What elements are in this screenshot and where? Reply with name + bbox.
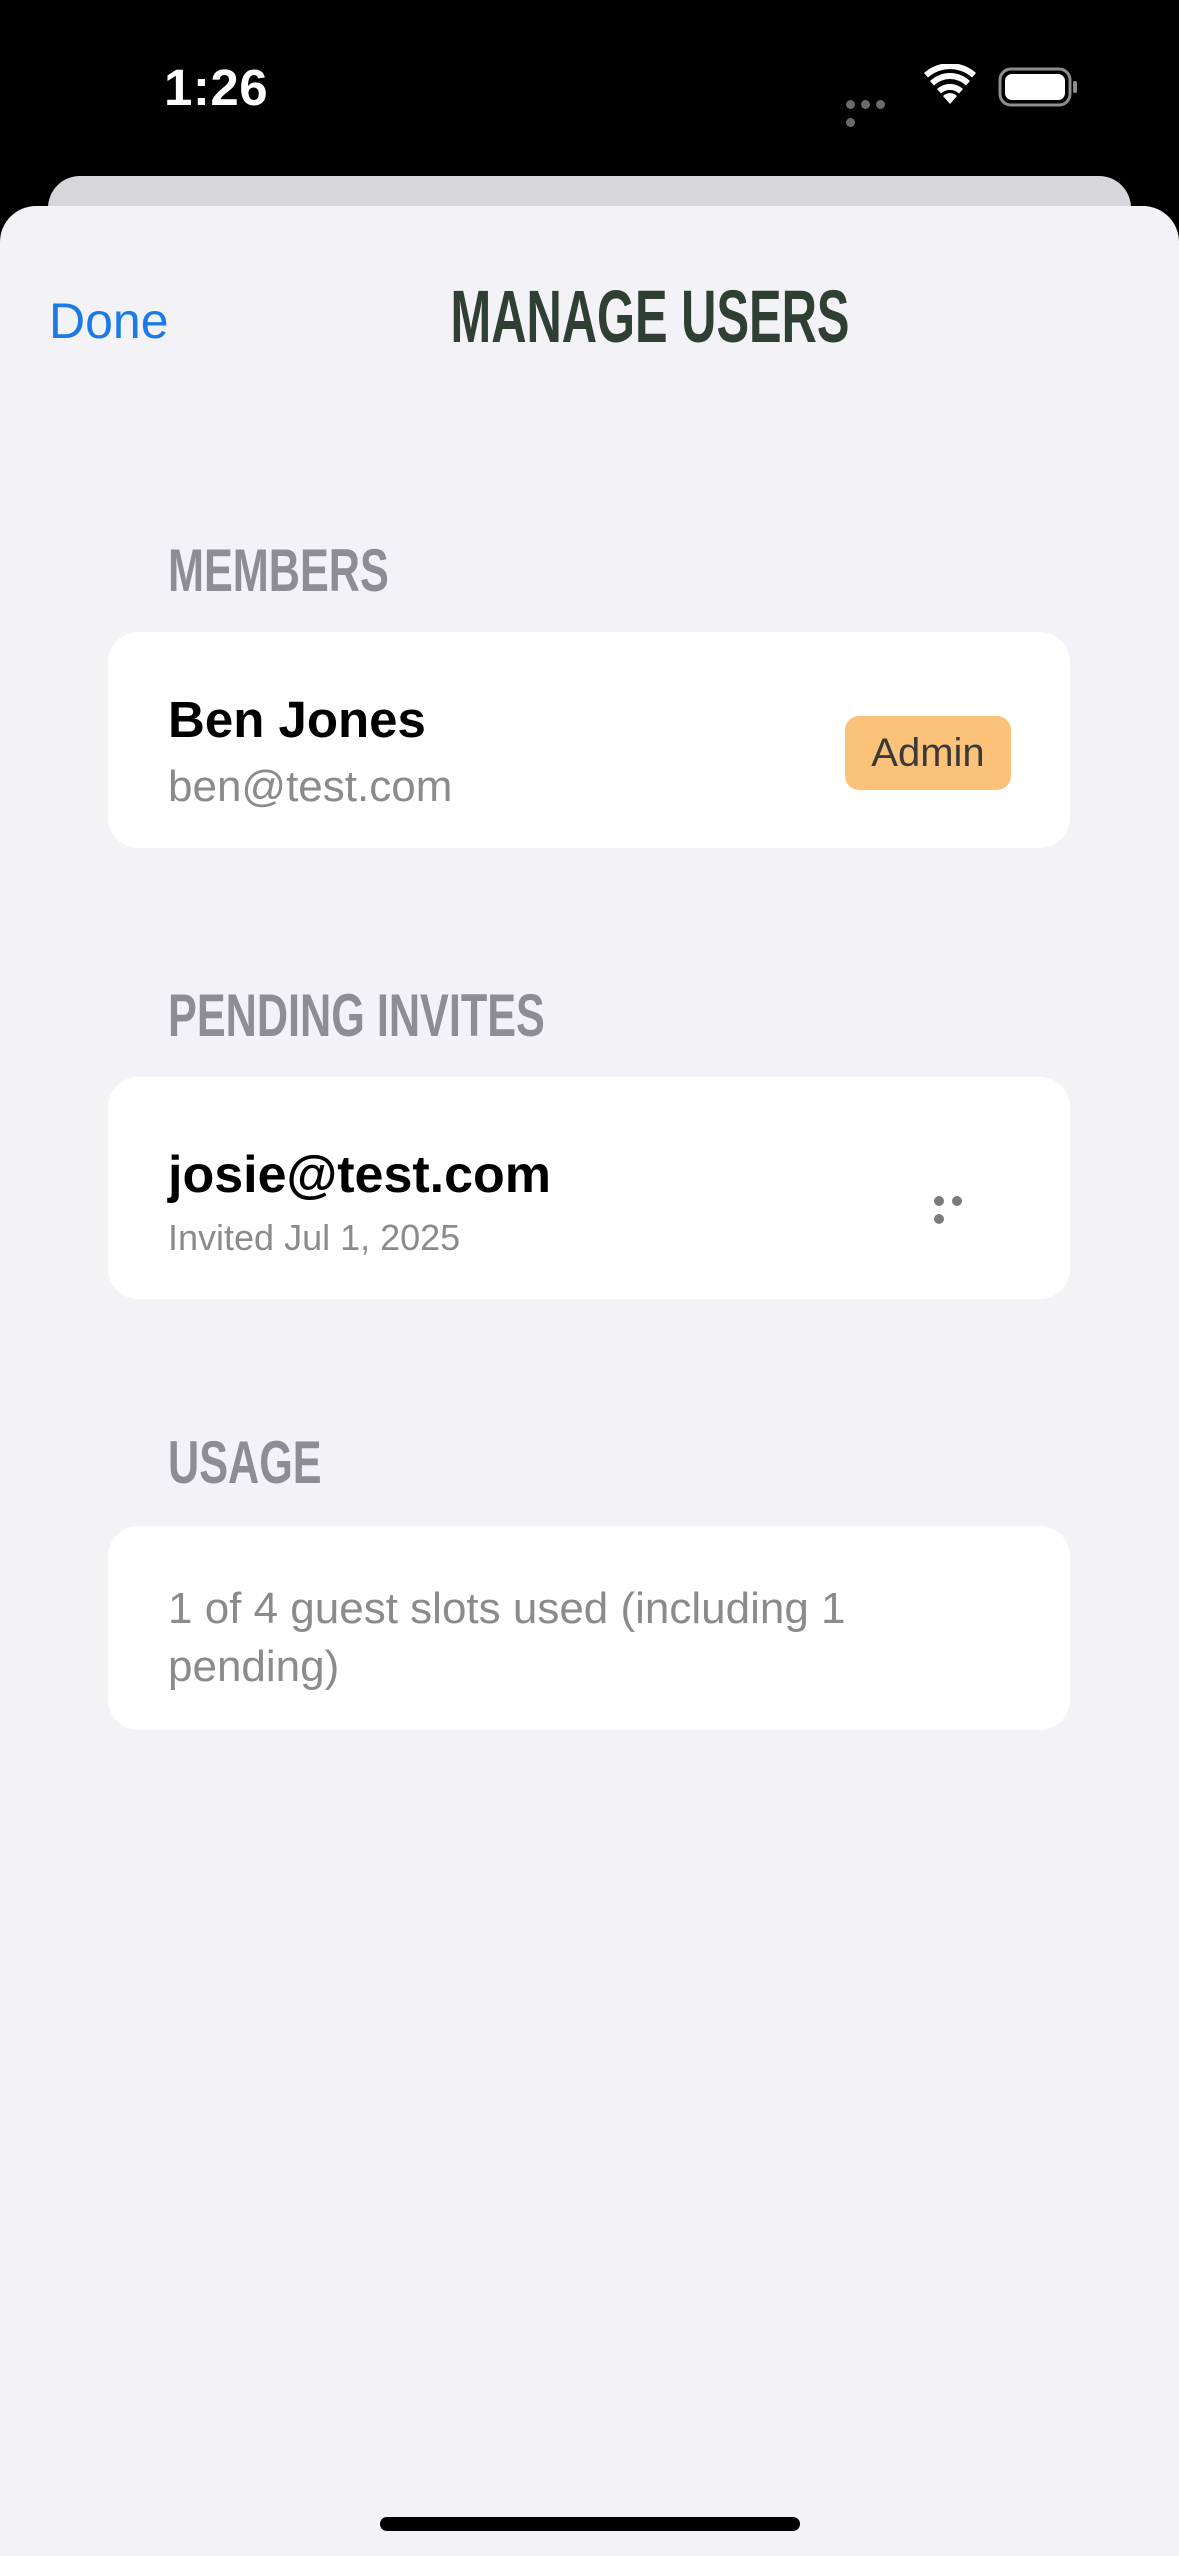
manage-users-sheet: Done MANAGE USERS MEMBERS Ben Jones ben@… [0,206,1179,2556]
usage-text: 1 of 4 guest slots used (including 1 pen… [168,1584,846,1691]
signal-dots-icon [846,96,904,127]
role-badge: Admin [845,716,1011,790]
status-time: 1:26 [164,59,269,116]
wifi-icon [924,64,976,104]
screen: 1:26 Done MANAGE USERS MEMBERS Ben Jones… [0,0,1179,2556]
pending-invites-section-header: PENDING INVITES [168,982,545,1049]
done-button[interactable]: Done [49,292,169,350]
more-icon[interactable] [934,1193,982,1224]
member-email: ben@test.com [168,762,453,811]
invite-card: josie@test.com Invited Jul 1, 2025 [108,1077,1070,1299]
invite-email: josie@test.com [168,1146,552,1204]
page-title: MANAGE USERS [450,275,850,358]
member-card: Ben Jones ben@test.com Admin [108,632,1070,848]
home-indicator[interactable] [380,2517,800,2531]
members-section-header: MEMBERS [168,537,389,604]
invite-date: Invited Jul 1, 2025 [168,1217,461,1258]
member-name: Ben Jones [168,691,426,748]
usage-card: 1 of 4 guest slots used (including 1 pen… [108,1526,1070,1730]
battery-icon [998,67,1077,107]
usage-section-header: USAGE [168,1429,322,1496]
